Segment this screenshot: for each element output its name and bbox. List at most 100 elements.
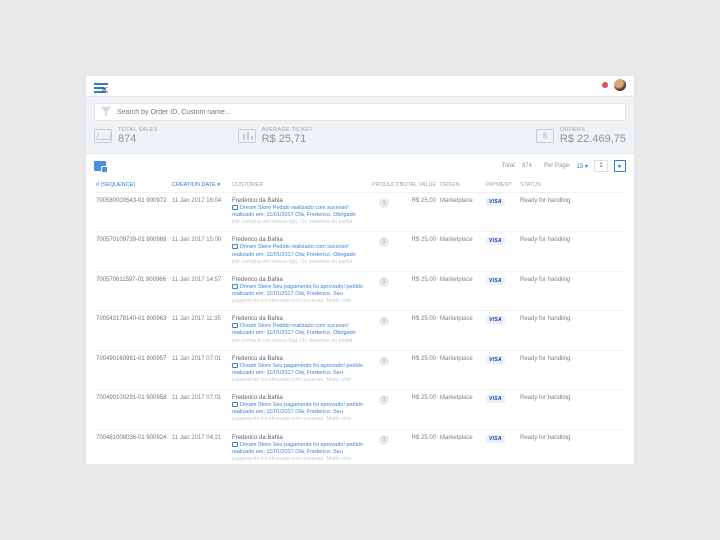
metric-value: R$ 22.469,75	[560, 133, 626, 145]
total-cell: R$ 25,00	[398, 350, 438, 389]
col-total-value[interactable]: TOTAL VALUE	[398, 178, 438, 193]
table-row[interactable]: 700481008036-01 900924 11 Jan 2017 04:21F…	[94, 429, 626, 464]
products-cell: 1	[370, 429, 398, 464]
sequence-cell[interactable]: 700490100291-01 900958	[96, 395, 166, 401]
customer-note[interactable]: Dream Store Pedido realizado com sucesso…	[232, 205, 368, 219]
customer-name: Frederico da Bahia	[232, 198, 283, 204]
date-cell: 11 Jan 2017 07:01	[170, 390, 230, 429]
customer-note[interactable]: Dream Store Seu pagamento foi aprovado! …	[232, 442, 368, 456]
table-row[interactable]: 700570109739-01 900969 11 Jan 2017 15:00F…	[94, 232, 626, 271]
products-cell: 1	[370, 390, 398, 429]
origin-cell: Marketplace	[438, 390, 484, 429]
sequence-cell[interactable]: 700481008036-01 900924	[96, 435, 166, 441]
content-toolbar: Total: 874 Per Page: 15 ▾ 1 ▸	[94, 158, 626, 174]
customer-cell: Frederico da BahiaDream Store Seu pagame…	[230, 390, 370, 429]
customer-name: Frederico da Bahia	[232, 395, 283, 401]
customer-cell: Frederico da BahiaDream Store Pedido rea…	[230, 311, 370, 350]
notification-icon[interactable]	[602, 82, 608, 88]
products-cell: 1	[370, 193, 398, 232]
per-page-label: Per Page:	[544, 163, 571, 169]
sequence-cell[interactable]: 700542178140-01 900963	[96, 316, 166, 322]
avatar[interactable]	[614, 79, 626, 91]
note-icon	[232, 244, 238, 249]
customer-note[interactable]: Dream Store Pedido realizado com sucesso…	[232, 244, 368, 258]
col-products[interactable]: PRODUCTS	[370, 178, 398, 193]
products-cell: 1	[370, 311, 398, 350]
origin-cell: Marketplace	[438, 350, 484, 389]
visa-badge: VISA	[486, 435, 505, 443]
origin-cell: Marketplace	[438, 311, 484, 350]
col-payment[interactable]: PAYMENT	[484, 178, 518, 193]
export-icon[interactable]	[94, 161, 106, 171]
customer-sub: pagamento foi efetuado com sucesso. Muit…	[232, 416, 368, 423]
content: Total: 874 Per Page: 15 ▾ 1 ▸ # (SEQUENC…	[86, 154, 634, 464]
customer-name: Frederico da Bahia	[232, 237, 283, 243]
table-row[interactable]: 700490160981-01 90095711 Jan 2017 07:01F…	[94, 350, 626, 389]
table-row[interactable]: 700490100291-01 900958 11 Jan 2017 07:01F…	[94, 390, 626, 429]
search-input[interactable]	[117, 109, 619, 116]
table-row[interactable]: 700570611597-01 900966 11 Jan 2017 14:57F…	[94, 271, 626, 310]
product-count-badge: 1	[379, 395, 389, 405]
origin-cell: Marketplace	[438, 429, 484, 464]
sequence-cell[interactable]: 700580000543-01 900972	[96, 198, 166, 204]
payment-cell: VISA	[484, 429, 518, 464]
visa-badge: VISA	[486, 356, 505, 364]
status-cell: Ready for handling	[518, 311, 626, 350]
col-origin[interactable]: ORIGIN	[438, 178, 484, 193]
date-cell: 11 Jan 2017 11:35	[170, 311, 230, 350]
product-count-badge: 1	[379, 356, 389, 366]
customer-name: Frederico da Bahia	[232, 435, 283, 441]
customer-sub: pagamento foi efetuado com sucesso. Muit…	[232, 298, 368, 305]
date-cell: 11 Jan 2017 15:00	[170, 232, 230, 271]
customer-cell: Frederico da BahiaDream Store Seu pagame…	[230, 271, 370, 310]
visa-badge: VISA	[486, 395, 505, 403]
note-icon	[232, 402, 238, 407]
customer-note[interactable]: Dream Store Seu pagamento foi aprovado! …	[232, 284, 368, 298]
status-cell: Ready for handling	[518, 390, 626, 429]
total-cell: R$ 25,00	[398, 232, 438, 271]
page-next-button[interactable]: ▸	[614, 160, 626, 172]
customer-sub: por comprar em nossa loja. Os detalhes d…	[232, 259, 368, 266]
origin-cell: Marketplace	[438, 232, 484, 271]
total-value: 874	[522, 163, 532, 169]
product-count-badge: 1	[379, 237, 389, 247]
per-page-select[interactable]: 15 ▾	[577, 163, 588, 170]
customer-note[interactable]: Dream Store Pedido realizado com sucesso…	[232, 323, 368, 337]
origin-cell: Marketplace	[438, 193, 484, 232]
total-cell: R$ 25,00	[398, 429, 438, 464]
col-creation-date[interactable]: CREATION DATE ▾	[170, 178, 230, 193]
payment-cell: VISA	[484, 311, 518, 350]
topbar: ⇱	[86, 76, 634, 96]
date-cell: 11 Jan 2017 14:57	[170, 271, 230, 310]
page-current[interactable]: 1	[594, 160, 608, 172]
metric-orders: ORDERS R$ 22.469,75	[536, 127, 626, 145]
product-count-badge: 1	[379, 198, 389, 208]
note-icon	[232, 323, 238, 328]
note-icon	[232, 205, 238, 210]
sequence-cell[interactable]: 700490160981-01 900957	[96, 356, 166, 362]
col-status[interactable]: STATUS	[518, 178, 626, 193]
payment-cell: VISA	[484, 390, 518, 429]
payment-cell: VISA	[484, 232, 518, 271]
date-cell: 11 Jan 2017 04:21	[170, 429, 230, 464]
customer-note[interactable]: Dream Store Seu pagamento foi aprovado! …	[232, 363, 368, 377]
metric-total-sales: TOTAL SALES 874	[94, 127, 158, 145]
col-sequence[interactable]: # (SEQUENCE)	[94, 178, 170, 193]
total-cell: R$ 25,00	[398, 311, 438, 350]
origin-cell: Marketplace	[438, 271, 484, 310]
customer-cell: Frederico da BahiaDream Store Seu pagame…	[230, 350, 370, 389]
customer-name: Frederico da Bahia	[232, 277, 283, 283]
table-row[interactable]: 700580000543-01 90097211 Jan 2017 16:04F…	[94, 193, 626, 232]
note-icon	[232, 363, 238, 368]
customer-note[interactable]: Dream Store Seu pagamento foi aprovado! …	[232, 402, 368, 416]
products-cell: 1	[370, 271, 398, 310]
col-customer[interactable]: CUSTOMER	[230, 178, 370, 193]
sequence-cell[interactable]: 700570611597-01 900966	[96, 277, 166, 283]
total-label: Total:	[502, 163, 516, 169]
table-row[interactable]: 700542178140-01 900963 11 Jan 2017 11:35F…	[94, 311, 626, 350]
table-header-row: # (SEQUENCE) CREATION DATE ▾ CUSTOMER PR…	[94, 178, 626, 193]
search-bar[interactable]	[94, 103, 626, 121]
sequence-cell[interactable]: 700570109739-01 900969	[96, 237, 166, 243]
orders-table: # (SEQUENCE) CREATION DATE ▾ CUSTOMER PR…	[94, 178, 626, 464]
customer-sub: pagamento foi efetuado com sucesso. Muit…	[232, 456, 368, 463]
